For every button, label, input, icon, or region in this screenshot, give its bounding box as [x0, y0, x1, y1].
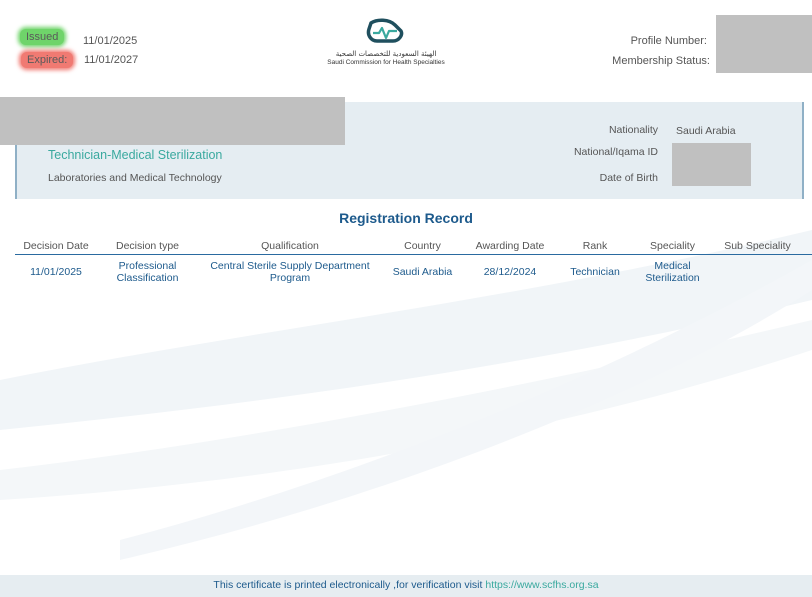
- cell-decision-type-line1: Professional: [118, 260, 177, 272]
- nationality-value: Saudi Arabia: [676, 125, 736, 137]
- cell-decision-type-line2: Classification: [116, 272, 179, 284]
- issued-label: Issued: [20, 29, 65, 45]
- org-name-english: Saudi Commission for Health Specialties: [327, 59, 445, 66]
- cell-qualification-line2: Program: [269, 272, 311, 284]
- scfhs-emblem-icon: [366, 18, 404, 43]
- cell-speciality-line1: Medical: [654, 260, 691, 272]
- nationality-label: Nationality: [608, 124, 658, 136]
- date-of-birth-label: Date of Birth: [599, 172, 658, 184]
- registration-record-title: Registration Record: [339, 210, 473, 226]
- col-speciality: Speciality: [650, 240, 695, 252]
- expired-label: Expired:: [21, 52, 74, 68]
- footer-note: This certificate is printed electronical…: [0, 579, 812, 591]
- col-sub-speciality: Sub Speciality: [724, 240, 791, 252]
- col-rank: Rank: [582, 240, 608, 252]
- specialty-title: Technician-Medical Sterilization: [48, 148, 223, 162]
- col-qualification: Qualification: [261, 240, 319, 252]
- profile-number-label: Profile Number:: [630, 35, 707, 47]
- verification-link[interactable]: https://www.scfhs.org.sa: [485, 579, 598, 591]
- expired-date: 11/01/2027: [84, 54, 139, 66]
- cell-speciality-line2: Sterilization: [645, 272, 700, 284]
- footer-text: This certificate is printed electronical…: [213, 579, 486, 591]
- issued-date: 11/01/2025: [83, 35, 138, 47]
- redacted-id-dob: [672, 143, 751, 186]
- table-header-rule: [15, 254, 812, 255]
- redacted-profile-values: [716, 15, 812, 73]
- scfhs-logo: الهيئة السعودية للتخصصات الصحية Saudi Co…: [322, 17, 450, 75]
- background-watermark: [0, 230, 812, 560]
- cell-awarding-date: 28/12/2024: [483, 266, 537, 278]
- cell-qualification-line1: Central Sterile Supply Department: [210, 260, 370, 272]
- cell-rank: Technician: [570, 266, 620, 278]
- col-decision-date: Decision Date: [23, 240, 89, 252]
- membership-status-label: Membership Status:: [612, 55, 710, 67]
- cell-decision-date: 11/01/2025: [30, 266, 82, 278]
- specialty-category: Laboratories and Medical Technology: [48, 172, 222, 184]
- col-awarding-date: Awarding Date: [475, 240, 545, 252]
- org-name-arabic: الهيئة السعودية للتخصصات الصحية: [335, 50, 437, 58]
- cell-country: Saudi Arabia: [392, 266, 453, 278]
- national-id-label: National/Iqama ID: [573, 146, 658, 158]
- col-decision-type: Decision type: [115, 240, 180, 252]
- col-country: Country: [404, 240, 441, 252]
- redacted-name: [0, 97, 345, 145]
